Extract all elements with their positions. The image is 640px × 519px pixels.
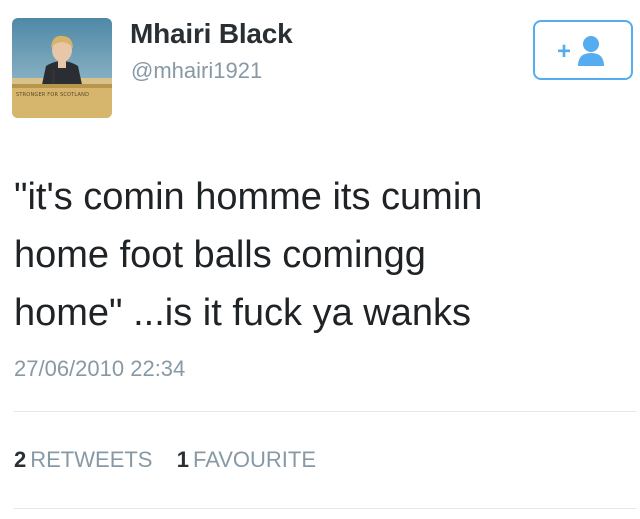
divider [14, 508, 636, 509]
add-user-icon: + [557, 36, 604, 66]
tweet-stats: 2 RETWEETS 1 FAVOURITE [14, 447, 316, 473]
retweets-label: RETWEETS [30, 447, 153, 472]
tweet-timestamp[interactable]: 27/06/2010 22:34 [14, 356, 185, 382]
avatar-photo [12, 18, 112, 118]
avatar[interactable]: STRONGER FOR SCOTLAND [12, 18, 112, 118]
favourites-stat[interactable]: 1 FAVOURITE [177, 447, 316, 472]
retweets-stat[interactable]: 2 RETWEETS [14, 447, 159, 472]
favourites-count: 1 [176, 447, 189, 472]
plus-sign: + [557, 38, 571, 65]
tweet-card: STRONGER FOR SCOTLAND Mhairi Black @mhai… [0, 0, 640, 519]
tweet-text: "it's comin homme its cumin home foot ba… [14, 176, 483, 334]
avatar-banner-text: STRONGER FOR SCOTLAND [16, 92, 90, 98]
retweets-count: 2 [14, 447, 27, 472]
divider [14, 411, 636, 412]
favourites-label: FAVOURITE [192, 447, 317, 472]
user-name[interactable]: Mhairi Black [130, 18, 293, 50]
follow-button[interactable]: + [533, 20, 633, 80]
user-handle[interactable]: @mhairi1921 [131, 58, 262, 84]
